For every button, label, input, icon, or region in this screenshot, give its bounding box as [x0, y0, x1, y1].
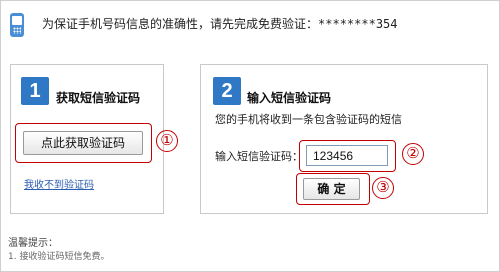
cannot-receive-code-link[interactable]: 我收不到验证码 [24, 176, 94, 191]
tips-title: 温馨提示： [8, 238, 58, 249]
annotation-marker-1: ① [156, 130, 178, 152]
step2-title: 输入短信验证码 [247, 91, 332, 105]
step1-badge: 1 [21, 77, 49, 105]
annotation-marker-2: ② [402, 143, 424, 165]
code-input-label: 输入短信验证码： [215, 150, 303, 163]
step1-title: 获取短信验证码 [56, 91, 141, 105]
get-code-button[interactable]: 点此获取验证码 [23, 131, 143, 155]
sms-code-input[interactable] [306, 145, 388, 166]
instruction-text: 为保证手机号码信息的准确性，请先完成免费验证： [42, 17, 319, 31]
tips-item: 1. 接收验证码短信免费。 [8, 252, 110, 262]
masked-phone-number: ********354 [318, 17, 398, 31]
verification-instruction: 为保证手机号码信息的准确性，请先完成免费验证：********354 [42, 15, 398, 32]
confirm-button[interactable]: 确 定 [303, 178, 360, 200]
mobile-phone-icon [10, 13, 24, 37]
sms-description: 您的手机将收到一条包含验证码的短信 [215, 113, 402, 126]
step2-badge: 2 [213, 77, 241, 105]
annotation-marker-3: ③ [372, 177, 394, 199]
